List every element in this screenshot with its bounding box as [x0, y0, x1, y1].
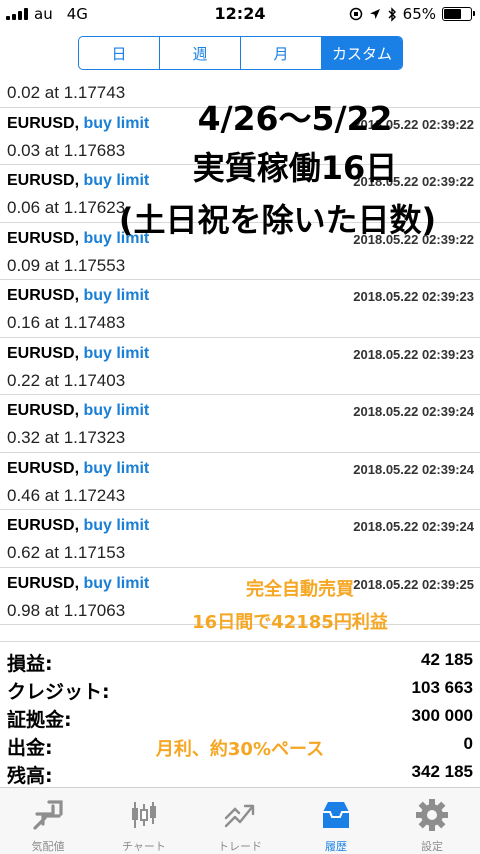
order-type: buy limit: [83, 287, 150, 304]
gear-icon: [416, 799, 448, 831]
trade-row[interactable]: EURUSD, buy limit 2018.05.22 02:39:23 0.16…: [0, 280, 480, 338]
trade-icon: [224, 804, 255, 828]
trade-volume: 0.09 at 1.17553: [7, 255, 126, 275]
bluetooth-icon: [388, 6, 396, 22]
summary-label: 残高:: [7, 765, 53, 787]
tab-label: 気配値: [31, 840, 65, 853]
symbol-name: EURUSD,: [7, 517, 80, 534]
trade-symbol: EURUSD, buy limit: [7, 402, 149, 420]
trade-symbol: EURUSD, buy limit: [7, 345, 149, 363]
symbol-name: EURUSD,: [7, 574, 80, 592]
account-summary: 損益: 42 185 クレジット: 103 663 証拠金: 300 000 出…: [0, 641, 480, 787]
trade-symbol: EURUSD, buy limit: [7, 74, 149, 75]
trade-volume: 0.98 at 1.17063: [7, 600, 126, 620]
location-icon: [369, 9, 380, 19]
segment-day[interactable]: 日: [79, 37, 160, 69]
battery-fill: [444, 9, 461, 19]
order-type: buy limit: [83, 517, 150, 534]
trade-volume: 0.32 at 1.17323: [7, 428, 126, 447]
tab-quotes[interactable]: 気配値: [0, 788, 96, 854]
trade-volume: 0.46 at 1.17243: [7, 485, 126, 505]
summary-value: 42 185: [421, 650, 473, 669]
order-type: buy limit: [83, 344, 150, 362]
symbol-name: EURUSD,: [7, 459, 80, 477]
trade-time: 2018.05.22 02:39:23: [353, 346, 474, 362]
overlay-auto-trade: 完全自動売買: [246, 579, 354, 600]
trade-symbol: EURUSD, buy limit: [7, 172, 149, 190]
trade-row[interactable]: EURUSD, buy limit 2018.05.22 02:39:24 0.62…: [0, 510, 480, 568]
tab-label: 履歴: [325, 840, 347, 853]
trade-volume: 0.02 at 1.17743: [7, 83, 126, 102]
order-type: buy limit: [83, 172, 150, 189]
status-bar: au 4G 12:24 65%: [0, 0, 480, 28]
chart-icon: [132, 802, 156, 828]
summary-value: 103 663: [411, 678, 473, 697]
trade-symbol: EURUSD, buy limit: [7, 517, 149, 535]
tab-label: 設定: [421, 840, 443, 853]
order-type: buy limit: [83, 459, 150, 477]
trade-time: 2018.05.22 02:39:23: [353, 289, 474, 304]
summary-row-deposit: 証拠金: 300 000: [0, 702, 480, 731]
order-type: buy limit: [83, 402, 150, 419]
trade-symbol: EURUSD, buy limit: [7, 575, 149, 593]
trade-time: 2018.05.22 02:39:24: [353, 519, 474, 534]
segment-custom[interactable]: カスタム: [322, 37, 402, 69]
summary-row-balance: 残高: 342 185: [0, 758, 480, 787]
history-icon: [323, 802, 349, 828]
status-right: 65%: [349, 5, 475, 23]
symbol-name: EURUSD,: [7, 344, 80, 362]
overlay-profit: 16日間で42185円利益: [192, 612, 388, 633]
trade-volume: 0.22 at 1.17403: [7, 370, 126, 390]
segment-month[interactable]: 月: [241, 37, 322, 69]
overlay-monthly: 月利、約30%ペース: [155, 739, 325, 760]
segment-week[interactable]: 週: [160, 37, 241, 69]
trade-symbol: EURUSD, buy limit: [7, 115, 149, 133]
symbol-name: EURUSD,: [7, 287, 80, 304]
symbol-name: EURUSD,: [7, 402, 80, 419]
tab-bar: 気配値 チャート トレード 履歴 設定: [0, 787, 480, 854]
tab-label: チャート: [122, 840, 166, 853]
summary-value: 0: [463, 734, 473, 753]
trade-time: 2018.05.22 02:39:24: [353, 404, 474, 419]
tab-chart[interactable]: チャート: [96, 788, 192, 854]
trade-row[interactable]: EURUSD, buy limit 2018.05.22 02:39:23 0.22…: [0, 338, 480, 395]
trade-volume: 0.03 at 1.17683: [7, 140, 126, 160]
summary-label: 出金:: [7, 737, 53, 759]
summary-label: クレジット:: [7, 681, 110, 703]
tab-trade[interactable]: トレード: [192, 788, 288, 854]
tab-label: トレード: [218, 840, 262, 853]
symbol-name: EURUSD,: [7, 229, 80, 247]
quotes-icon: [33, 800, 63, 830]
trade-symbol: EURUSD, buy limit: [7, 460, 149, 478]
summary-label: 損益:: [7, 653, 53, 675]
summary-value: 342 185: [411, 762, 473, 781]
trade-row[interactable]: EURUSD, buy limit 2018.05.22 02:39:24 0.32…: [0, 395, 480, 453]
battery-icon: [442, 7, 475, 21]
symbol-name: EURUSD,: [7, 114, 80, 132]
order-type: buy limit: [83, 574, 150, 592]
trade-volume: 0.16 at 1.17483: [7, 313, 126, 332]
summary-label: 証拠金:: [7, 709, 72, 731]
summary-row-profit: 損益: 42 185: [0, 646, 480, 675]
overlay-days: 実質稼働16日: [192, 149, 398, 187]
tab-history[interactable]: 履歴: [288, 788, 384, 854]
tab-settings[interactable]: 設定: [384, 788, 480, 854]
summary-value: 300 000: [411, 706, 473, 725]
trade-volume: 0.62 at 1.17153: [7, 543, 126, 562]
period-segmented-control: 日 週 月 カスタム: [78, 36, 403, 70]
symbol-name: EURUSD,: [7, 172, 80, 189]
overlay-note: (土日祝を除いた日数): [118, 201, 437, 239]
trade-symbol: EURUSD, buy limit: [7, 287, 149, 305]
battery-percent: 65%: [402, 5, 436, 23]
orientation-lock-icon: [349, 7, 362, 21]
summary-row-credit: クレジット: 103 663: [0, 674, 480, 703]
trade-time: 2018.05.22 02:39:24: [353, 461, 474, 477]
order-type: buy limit: [83, 114, 150, 132]
overlay-period: 4/26〜5/22: [197, 99, 393, 138]
trade-row[interactable]: EURUSD, buy limit 2018.05.22 02:39:24 0.46…: [0, 453, 480, 510]
